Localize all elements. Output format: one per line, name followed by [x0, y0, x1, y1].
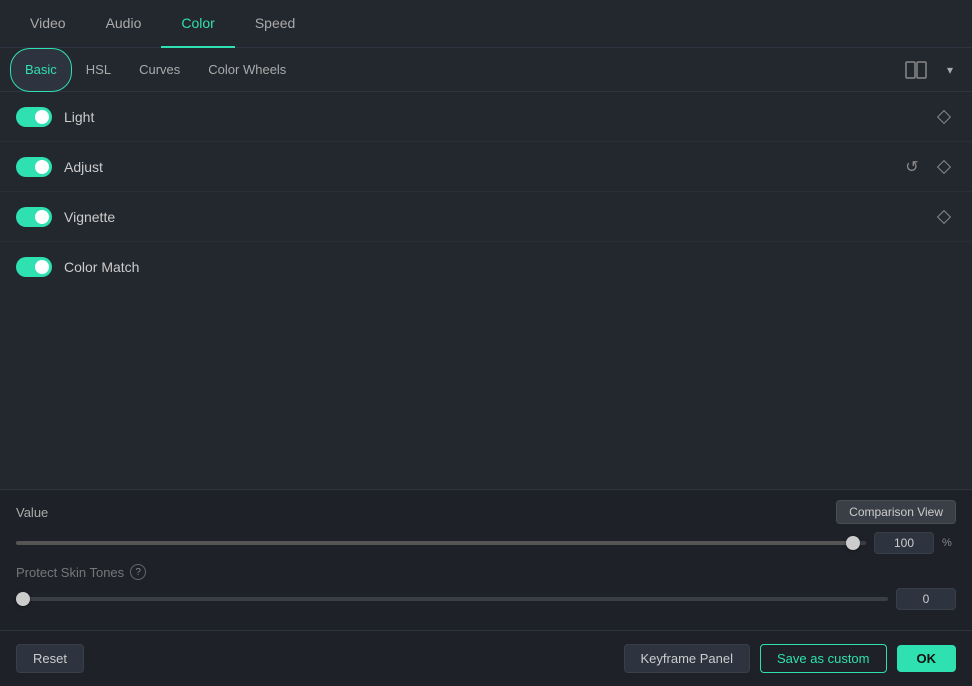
protect-skin-slider-thumb[interactable] — [16, 592, 30, 606]
tab-audio[interactable]: Audio — [86, 0, 162, 48]
color-match-label: Color Match — [64, 259, 956, 275]
main-content-area: Light Adjust ↺ Vignette — [0, 92, 972, 489]
value-slider-thumb[interactable] — [846, 536, 860, 550]
adjust-toggle[interactable] — [16, 157, 52, 177]
tab-speed[interactable]: Speed — [235, 0, 315, 48]
chevron-down-icon[interactable]: ▾ — [938, 58, 962, 82]
vignette-section-row[interactable]: Vignette — [0, 192, 972, 242]
keyframe-panel-button[interactable]: Keyframe Panel — [624, 644, 751, 673]
sub-tab-bar: Basic HSL Curves Color Wheels ▾ — [0, 48, 972, 92]
save-as-custom-button[interactable]: Save as custom — [760, 644, 887, 673]
comparison-view-button[interactable]: Comparison View — [836, 500, 956, 524]
tab-video[interactable]: Video — [10, 0, 86, 48]
value-slider-container[interactable] — [16, 533, 866, 553]
protect-skin-value[interactable]: 0 — [896, 588, 956, 610]
adjust-section-row[interactable]: Adjust ↺ — [0, 142, 972, 192]
vignette-diamond-icon[interactable] — [932, 205, 956, 229]
tab-basic[interactable]: Basic — [10, 48, 72, 92]
vignette-toggle[interactable] — [16, 207, 52, 227]
top-tab-bar: Video Audio Color Speed — [0, 0, 972, 48]
protect-skin-label: Protect Skin Tones — [16, 565, 124, 580]
adjust-reset-icon[interactable]: ↺ — [900, 155, 924, 179]
value-slider-fill — [16, 541, 853, 545]
tab-curves[interactable]: Curves — [125, 48, 194, 92]
value-percent-sign: % — [942, 537, 956, 549]
bottom-panel: Value Comparison View 100 % Protect Skin… — [0, 489, 972, 630]
reset-button[interactable]: Reset — [16, 644, 84, 673]
value-slider-value[interactable]: 100 — [874, 532, 934, 554]
tab-color-wheels[interactable]: Color Wheels — [194, 48, 300, 92]
split-view-icon[interactable] — [902, 56, 930, 84]
footer-bar: Reset Keyframe Panel Save as custom OK — [0, 630, 972, 686]
value-label: Value — [16, 505, 48, 520]
protect-skin-slider-container[interactable] — [16, 589, 888, 609]
light-section-row[interactable]: Light — [0, 92, 972, 142]
light-diamond-icon[interactable] — [932, 105, 956, 129]
light-toggle[interactable] — [16, 107, 52, 127]
light-label: Light — [64, 109, 932, 125]
color-match-section-row[interactable]: Color Match — [0, 242, 972, 292]
ok-button[interactable]: OK — [897, 645, 957, 672]
vignette-label: Vignette — [64, 209, 932, 225]
adjust-label: Adjust — [64, 159, 900, 175]
tab-color[interactable]: Color — [161, 0, 234, 48]
tab-hsl[interactable]: HSL — [72, 48, 125, 92]
color-match-toggle[interactable] — [16, 257, 52, 277]
protect-skin-section: Protect Skin Tones ? 0 — [16, 564, 956, 610]
value-slider-section: Value Comparison View 100 % — [16, 500, 956, 554]
adjust-diamond-icon[interactable] — [932, 155, 956, 179]
protect-skin-help-icon[interactable]: ? — [130, 564, 146, 580]
